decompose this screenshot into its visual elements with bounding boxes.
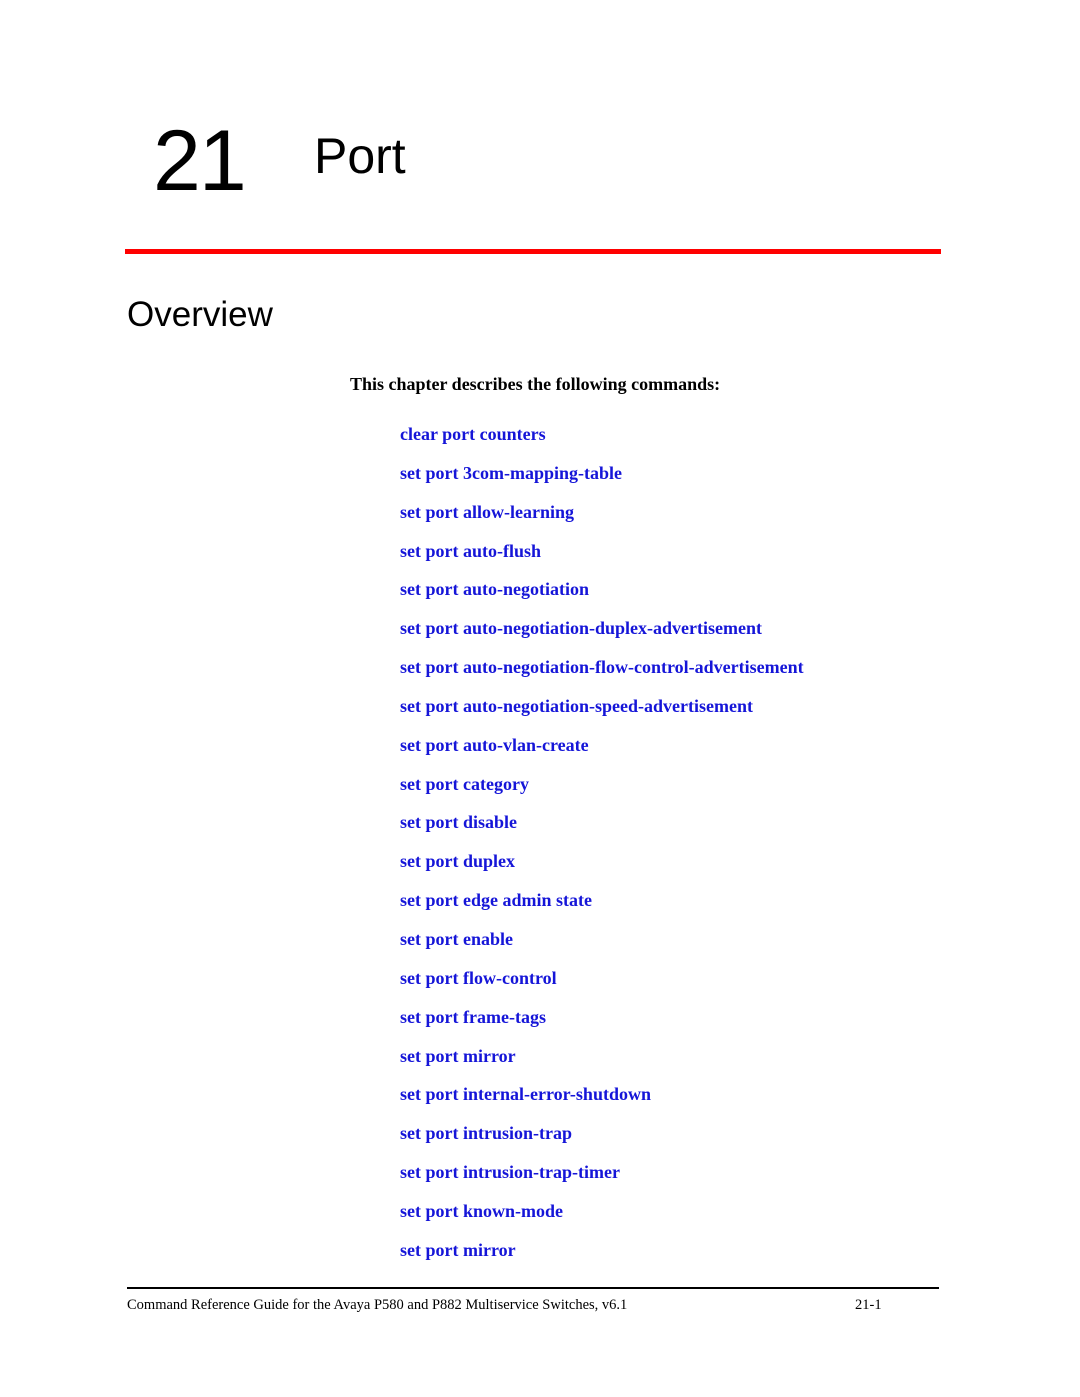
list-item: set port intrusion-trap [400, 1121, 804, 1160]
list-item: set port 3com-mapping-table [400, 461, 804, 500]
list-item: set port auto-negotiation [400, 577, 804, 616]
command-link[interactable]: set port auto-vlan-create [400, 735, 589, 755]
command-link[interactable]: set port mirror [400, 1240, 516, 1260]
list-item: set port frame-tags [400, 1005, 804, 1044]
chapter-number: 21 [153, 113, 247, 209]
command-link[interactable]: set port auto-negotiation-speed-advertis… [400, 696, 753, 716]
list-item: set port intrusion-trap-timer [400, 1160, 804, 1199]
list-item: set port auto-negotiation-speed-advertis… [400, 694, 804, 733]
command-link[interactable]: set port disable [400, 812, 517, 832]
command-link[interactable]: set port enable [400, 929, 513, 949]
section-title: Overview [127, 295, 273, 334]
list-item: set port category [400, 772, 804, 811]
list-item: set port internal-error-shutdown [400, 1082, 804, 1121]
list-item: set port edge admin state [400, 888, 804, 927]
command-link[interactable]: set port intrusion-trap-timer [400, 1162, 620, 1182]
list-item: set port auto-negotiation-flow-control-a… [400, 655, 804, 694]
section-intro: This chapter describes the following com… [350, 374, 721, 394]
command-link[interactable]: set port edge admin state [400, 890, 592, 910]
command-list: clear port counters set port 3com-mappin… [400, 422, 804, 1277]
command-link[interactable]: set port duplex [400, 851, 515, 871]
list-item: set port known-mode [400, 1199, 804, 1238]
command-link[interactable]: set port auto-negotiation [400, 579, 589, 599]
footer-divider [127, 1287, 939, 1289]
list-item: clear port counters [400, 422, 804, 461]
command-link[interactable]: set port known-mode [400, 1201, 563, 1221]
command-link[interactable]: clear port counters [400, 424, 546, 444]
command-link[interactable]: set port auto-negotiation-duplex-adverti… [400, 618, 762, 638]
command-link[interactable]: set port flow-control [400, 968, 557, 988]
list-item: set port duplex [400, 849, 804, 888]
command-link[interactable]: set port frame-tags [400, 1007, 546, 1027]
command-link[interactable]: set port category [400, 774, 529, 794]
command-link[interactable]: set port allow-learning [400, 502, 574, 522]
list-item: set port auto-negotiation-duplex-adverti… [400, 616, 804, 655]
command-link[interactable]: set port internal-error-shutdown [400, 1084, 651, 1104]
list-item: set port allow-learning [400, 500, 804, 539]
list-item: set port auto-vlan-create [400, 733, 804, 772]
command-link[interactable]: set port auto-negotiation-flow-control-a… [400, 657, 804, 677]
command-link[interactable]: set port auto-flush [400, 541, 541, 561]
list-item: set port disable [400, 810, 804, 849]
command-link[interactable]: set port intrusion-trap [400, 1123, 572, 1143]
page-number: 21-1 [855, 1297, 882, 1313]
list-item: set port mirror [400, 1238, 804, 1277]
list-item: set port mirror [400, 1044, 804, 1083]
command-link[interactable]: set port 3com-mapping-table [400, 463, 622, 483]
list-item: set port enable [400, 927, 804, 966]
chapter-title: Port [314, 128, 406, 184]
chapter-divider [125, 249, 941, 254]
footer-title: Command Reference Guide for the Avaya P5… [127, 1297, 628, 1313]
list-item: set port auto-flush [400, 539, 804, 578]
list-item: set port flow-control [400, 966, 804, 1005]
command-link[interactable]: set port mirror [400, 1046, 516, 1066]
